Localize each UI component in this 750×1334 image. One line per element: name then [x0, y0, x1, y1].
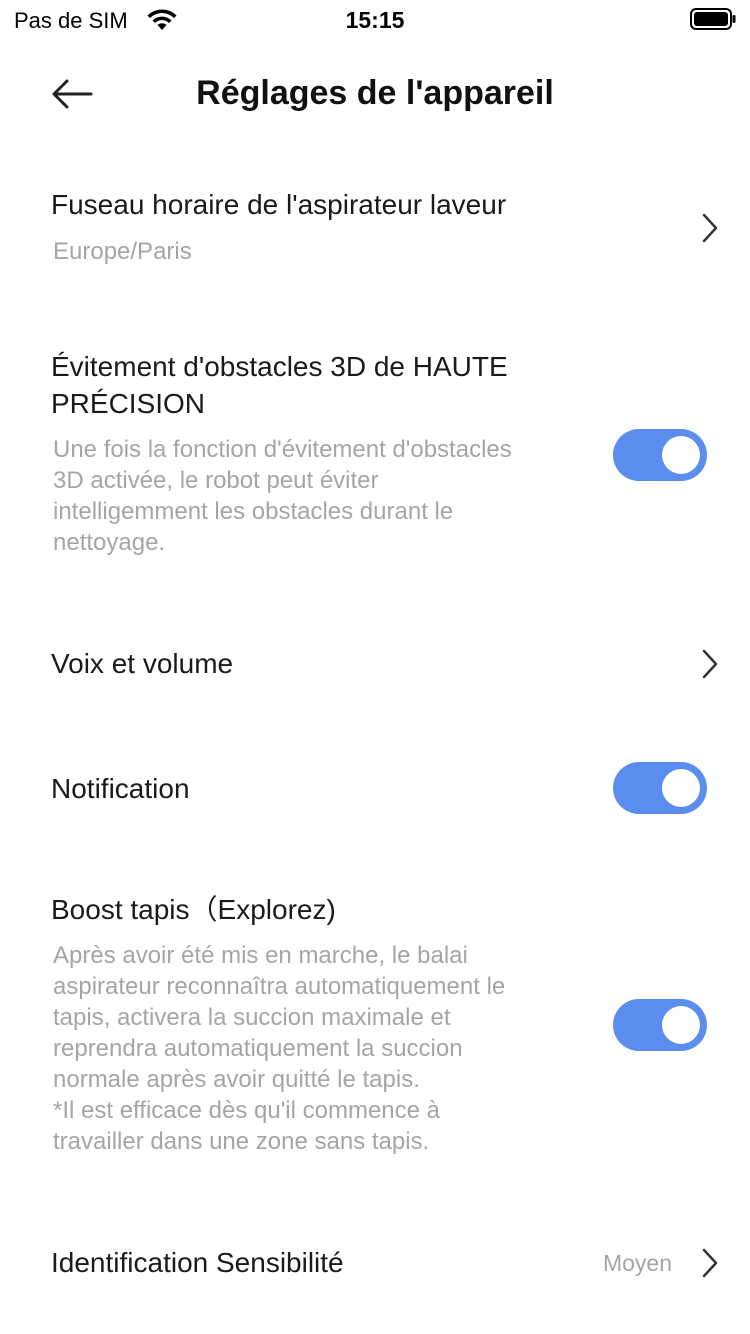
sensitivity-value: Moyen: [602, 1250, 672, 1276]
chevron-right-icon: [702, 1248, 718, 1278]
chevron-right-icon: [702, 213, 718, 243]
toggle-knob: [662, 769, 700, 807]
timezone-title: Fuseau horaire de l'aspirateur laveur: [51, 189, 507, 220]
carpet-desc-line: aspirateur reconnaîtra automatiquement l…: [53, 973, 506, 1000]
obstacle-avoidance-toggle[interactable]: [613, 429, 707, 481]
setting-row-voice-volume[interactable]: Voix et volume: [0, 620, 750, 710]
carpet-desc-line: *Il est efficace dès qu'il commence à: [53, 1097, 440, 1124]
toggle-knob: [662, 1006, 700, 1044]
page-title: Réglages de l'appareil: [196, 74, 554, 112]
carpet-boost-toggle[interactable]: [613, 999, 707, 1051]
setting-row-timezone[interactable]: Fuseau horaire de l'aspirateur laveur Eu…: [0, 170, 750, 290]
obstacle-title-line2: PRÉCISION: [51, 388, 206, 419]
carpet-desc-line: Après avoir été mis en marche, le balai: [53, 942, 468, 969]
battery-full-icon: [690, 8, 736, 30]
carpet-desc-line: reprendra automatiquement la succion: [53, 1035, 463, 1062]
obstacle-desc-line: intelligemment les obstacles durant le: [53, 498, 454, 525]
carpet-desc-line: normale après avoir quitté le tapis.: [53, 1066, 420, 1093]
obstacle-desc-line: nettoyage.: [53, 529, 166, 556]
voice-volume-title: Voix et volume: [51, 648, 234, 679]
sensitivity-title: Identification Sensibilité: [51, 1247, 344, 1278]
obstacle-desc-line: Une fois la fonction d'évitement d'obsta…: [53, 436, 512, 463]
notification-title: Notification: [51, 773, 190, 804]
setting-row-carpet-boost: Boost tapis（Explorez) Après avoir été mi…: [0, 875, 750, 1175]
toggle-knob: [662, 436, 700, 474]
status-time: 15:15: [345, 7, 405, 33]
carpet-boost-title: Boost tapis（Explorez): [51, 894, 336, 925]
obstacle-title-line1: Évitement d'obstacles 3D de HAUTE: [51, 351, 508, 382]
setting-row-obstacle-avoidance: Évitement d'obstacles 3D de HAUTE PRÉCIS…: [0, 330, 750, 570]
notification-toggle[interactable]: [613, 762, 707, 814]
carpet-desc-line: tapis, activera la succion maximale et: [53, 1004, 451, 1031]
timezone-value: Europe/Paris: [53, 238, 192, 265]
nav-header: Réglages de l'appareil: [0, 50, 750, 140]
status-bar: Pas de SIM 15:15: [0, 0, 750, 40]
setting-row-notification: Notification: [0, 745, 750, 835]
carpet-desc-line: travailler dans une zone sans tapis.: [53, 1128, 430, 1155]
setting-row-sensitivity[interactable]: Identification Sensibilité Moyen: [0, 1220, 750, 1310]
obstacle-desc-line: 3D activée, le robot peut éviter: [53, 467, 379, 494]
chevron-right-icon: [702, 649, 718, 679]
